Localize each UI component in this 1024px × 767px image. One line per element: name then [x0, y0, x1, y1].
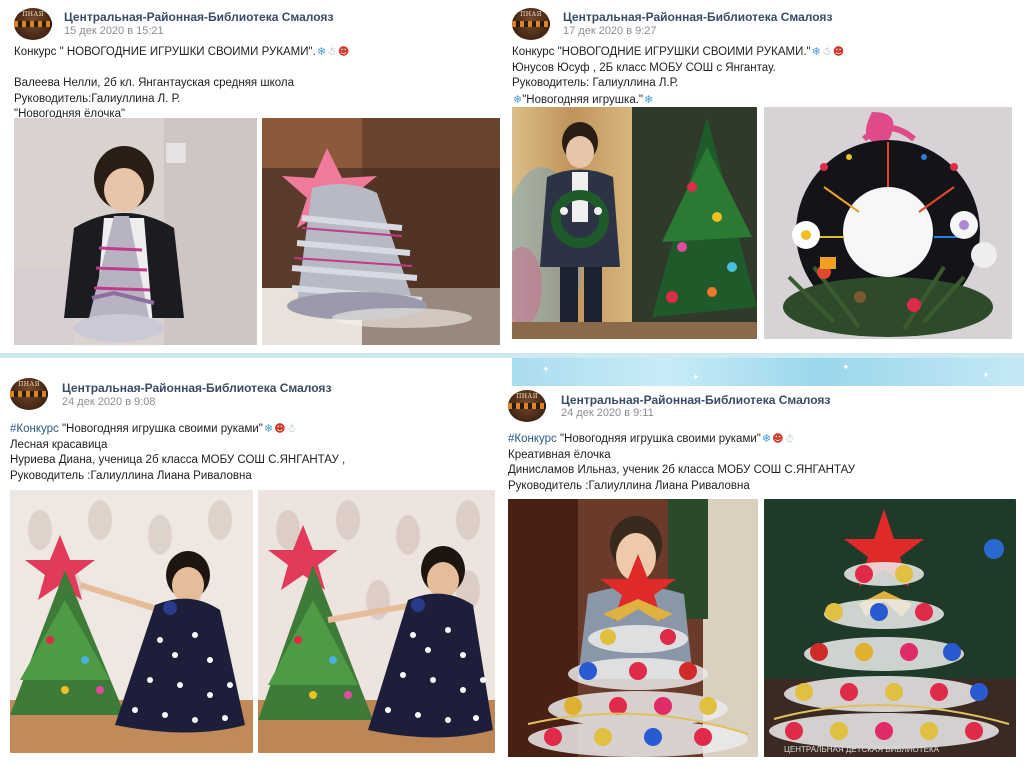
st-george-ribbon — [10, 391, 48, 397]
post-line: Руководитель: Галиуллина Л.Р. — [512, 77, 679, 89]
post-line: "Новогодняя игрушка." — [522, 93, 643, 106]
group-name[interactable]: Центральная-Районная-Библиотека Смалояз — [62, 381, 331, 395]
snowflake-icon: ❄ — [644, 92, 654, 106]
snowman-icon: ☃ — [327, 45, 337, 58]
post-line: "Новогодняя игрушка своими руками" — [556, 433, 761, 445]
post-line: Валеева Нелли, 2б кл. Янгантауская средн… — [14, 77, 294, 89]
group-name[interactable]: Центральная-Районная-Библиотека Смалояз — [563, 10, 832, 24]
photo-wreath-closeup[interactable] — [764, 107, 1012, 339]
photo-boy-cup-tree[interactable] — [508, 499, 758, 757]
post-1: ПНАЯ Центральная-Районная-Библиотека Сма… — [0, 0, 512, 353]
group-avatar[interactable]: ПНАЯ — [508, 390, 546, 422]
post-line: Юнусов Юсуф , 2Б класс МОБУ СОШ с Янгант… — [512, 61, 776, 74]
post-line: Руководитель :Галиуллина Лиана Риваловна — [10, 469, 252, 482]
group-avatar[interactable]: ПНАЯ — [14, 8, 52, 40]
decorative-banner: ✦ ✦ ✦ ✦ — [512, 358, 1024, 386]
photo-girl-with-tree[interactable] — [14, 118, 257, 345]
post-text: Конкурс "НОВОГОДНИЕ ИГРУШКИ СВОИМИ РУКАМ… — [512, 44, 844, 108]
post-line: Нуриева Диана, ученица 2б класса МОБУ СО… — [10, 454, 346, 466]
snowflake-icon: ❄ — [811, 45, 821, 58]
post-text: #Конкурс "Новогодняя игрушка своими рука… — [508, 431, 855, 494]
group-name[interactable]: Центральная-Районная-Библиотека Смалояз — [64, 10, 333, 24]
photo-girl-polka-dress-2[interactable] — [258, 490, 495, 753]
st-george-ribbon — [512, 21, 550, 27]
snowflake-icon: ❄ — [263, 422, 274, 435]
snowman-icon: ☃ — [784, 432, 795, 445]
post-date[interactable]: 24 дек 2020 в 9:11 — [561, 407, 654, 419]
hashtag-link[interactable]: #Конкурс — [10, 423, 59, 435]
snowflake-icon: ❄ — [513, 92, 523, 106]
santa-icon: ☻ — [772, 432, 784, 445]
photo-girl-polka-dress-1[interactable] — [10, 490, 253, 753]
snowman-icon: ☃ — [821, 45, 832, 58]
post-4: ПНАЯ Центральная-Районная-Библиотека Сма… — [508, 386, 1024, 767]
post-text: #Конкурс "Новогодняя игрушка своими рука… — [10, 421, 345, 484]
group-avatar[interactable]: ПНАЯ — [10, 378, 48, 410]
st-george-ribbon — [14, 21, 52, 27]
photo-cup-tree-closeup[interactable]: ЦЕНТРАЛЬНАЯ ДЕТСКАЯ БИБЛИОТЕКА — [764, 499, 1016, 757]
sparkle-icon: ✦ — [692, 372, 700, 382]
snowflake-icon: ❄ — [761, 432, 772, 445]
post-line: Конкурс " НОВОГОДНИЕ ИГРУШКИ СВОИМИ РУКА… — [14, 46, 316, 58]
snowflake-icon: ❄ — [316, 45, 327, 58]
santa-icon: ☻ — [274, 422, 286, 435]
snowman-icon: ☃ — [286, 422, 297, 435]
post-3: ПНАЯ Центральная-Районная-Библиотека Сма… — [0, 370, 508, 767]
post-2: ПНАЯ Центральная-Районная-Библиотека Сма… — [512, 0, 1024, 353]
post-date[interactable]: 17 дек 2020 в 9:27 — [563, 25, 657, 37]
sparkle-icon: ✦ — [542, 364, 550, 374]
post-line: Руководитель:Галиуллина Л. Р. — [14, 92, 181, 105]
santa-icon: ☻ — [337, 45, 350, 58]
post-line: "Новогодняя игрушка своими руками" — [58, 423, 263, 435]
hashtag-link[interactable]: #Конкурс — [508, 433, 557, 445]
santa-icon: ☻ — [832, 45, 845, 58]
watermark: ЦЕНТРАЛЬНАЯ ДЕТСКАЯ БИБЛИОТЕКА — [784, 745, 939, 754]
group-name[interactable]: Центральная-Районная-Библиотека Смалояз — [561, 393, 830, 407]
post-line: Динисламов Ильназ, ученик 2б класса МОБУ… — [508, 464, 856, 476]
post-date[interactable]: 24 дек 2020 в 9:08 — [62, 396, 156, 408]
photo-boy-with-wreath[interactable] — [512, 107, 757, 339]
post-date[interactable]: 15 дек 2020 в 15:21 — [64, 25, 164, 37]
post-line: Руководитель :Галиуллина Лиана Риваловна — [508, 479, 750, 492]
post-text: Конкурс " НОВОГОДНИЕ ИГРУШКИ СВОИМИ РУКА… — [14, 44, 349, 123]
post-line: Конкурс "НОВОГОДНИЕ ИГРУШКИ СВОИМИ РУКАМ… — [512, 46, 811, 58]
group-avatar[interactable]: ПНАЯ — [512, 8, 550, 40]
photo-silver-tree-star[interactable] — [262, 118, 500, 345]
sparkle-icon: ✦ — [842, 362, 850, 372]
sparkle-icon: ✦ — [982, 370, 990, 380]
st-george-ribbon — [508, 403, 546, 409]
post-line: Креативная ёлочка — [508, 448, 611, 461]
post-line: Лесная красавица — [10, 438, 108, 451]
